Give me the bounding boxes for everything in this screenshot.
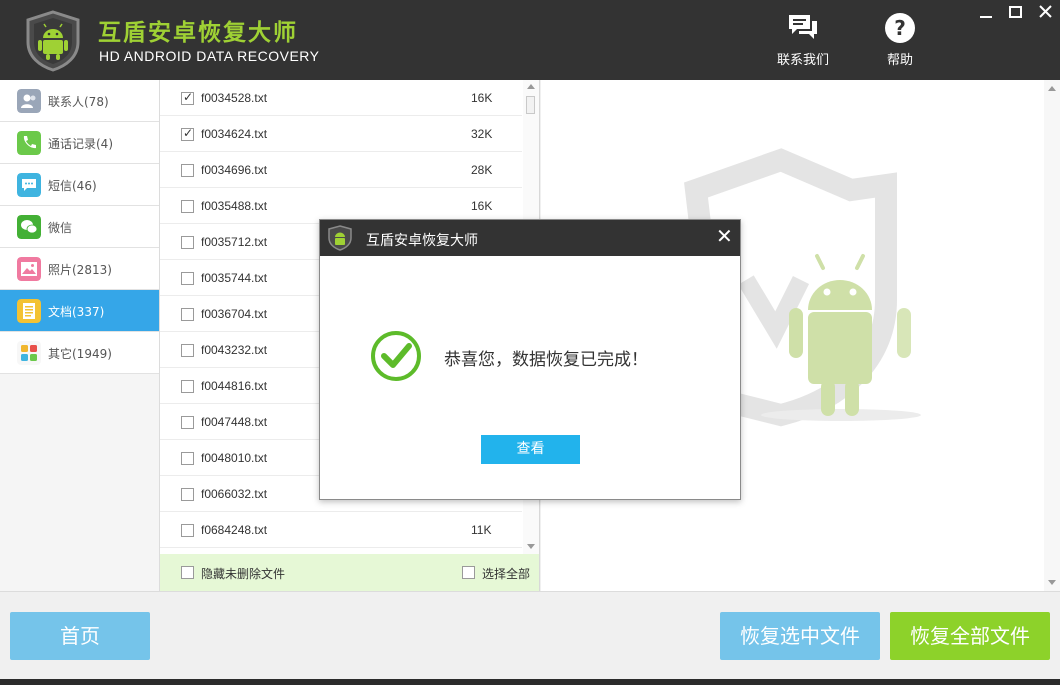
document-icon — [17, 299, 41, 323]
file-checkbox[interactable] — [181, 272, 194, 285]
scroll-up-arrow-icon[interactable] — [527, 84, 535, 89]
other-apps-icon — [17, 341, 41, 365]
title-bar: 互盾安卓恢复大师 HD ANDROID DATA RECOVERY 联系我们 ?… — [0, 0, 1060, 80]
sidebar-item-call-log[interactable]: 通话记录(4) — [0, 122, 159, 164]
file-checkbox[interactable] — [181, 236, 194, 249]
sidebar-item-label: 通话记录(4) — [48, 137, 113, 151]
sidebar-item-contacts[interactable]: 联系人(78) — [0, 80, 159, 122]
file-name: f0043232.txt — [201, 343, 268, 357]
sidebar-item-label: 其它(1949) — [48, 347, 112, 361]
dialog-message: 恭喜您，数据恢复已完成！ — [444, 350, 648, 370]
file-checkbox[interactable] — [181, 416, 194, 429]
dialog-close-icon[interactable]: ✕ — [716, 224, 733, 248]
file-checkbox[interactable] — [181, 126, 194, 141]
file-name: f0035744.txt — [201, 271, 268, 285]
file-size: 16K — [471, 91, 493, 105]
file-size: 16K — [471, 199, 493, 213]
file-list-footer: 隐藏未删除文件 选择全部 — [160, 554, 540, 591]
contact-us-button[interactable]: 联系我们 — [768, 12, 838, 72]
recover-selected-button[interactable]: 恢复选中文件 — [720, 612, 880, 660]
file-checkbox[interactable] — [181, 164, 194, 177]
maximize-icon[interactable] — [1005, 4, 1027, 22]
dialog-title: 互盾安卓恢复大师 — [366, 233, 478, 249]
recover-all-button[interactable]: 恢复全部文件 — [890, 612, 1050, 660]
sidebar-item-label: 照片(2813) — [48, 263, 112, 277]
sidebar-item-sms[interactable]: 短信(46) — [0, 164, 159, 206]
file-checkbox[interactable] — [181, 452, 194, 465]
shield-android-logo-icon — [328, 225, 352, 251]
file-size: 28K — [471, 163, 493, 177]
file-checkbox[interactable] — [181, 200, 194, 213]
file-checkbox[interactable] — [181, 524, 194, 537]
file-name: f0036704.txt — [201, 307, 268, 321]
app-window: 互盾安卓恢复大师 HD ANDROID DATA RECOVERY 联系我们 ?… — [0, 0, 1060, 685]
wechat-icon — [17, 215, 41, 239]
contact-us-label: 联系我们 — [776, 53, 829, 68]
svg-text:?: ? — [894, 16, 906, 40]
scroll-up-arrow-icon[interactable] — [1048, 86, 1056, 91]
select-all-checkbox[interactable] — [462, 566, 475, 579]
category-sidebar: 联系人(78) 通话记录(4) 短信(46) 微信 照片(2813) 文档(33… — [0, 80, 160, 591]
sidebar-item-photos[interactable]: 照片(2813) — [0, 248, 159, 290]
file-name: f0048010.txt — [201, 451, 268, 465]
sidebar-item-wechat[interactable]: 微信 — [0, 206, 159, 248]
home-button[interactable]: 首页 — [10, 612, 150, 660]
file-checkbox[interactable] — [181, 380, 194, 393]
sidebar-item-documents[interactable]: 文档(337) — [0, 290, 159, 332]
view-button[interactable]: 查看 — [481, 435, 580, 464]
hide-undeleted-label: 隐藏未删除文件 — [201, 567, 286, 581]
scroll-down-arrow-icon[interactable] — [527, 544, 535, 549]
chat-bubbles-icon — [789, 15, 817, 39]
help-button[interactable]: ? 帮助 — [865, 12, 935, 72]
file-size: 32K — [471, 127, 493, 141]
file-checkbox[interactable] — [181, 308, 194, 321]
close-window-icon[interactable] — [1035, 4, 1057, 22]
file-name: f0035712.txt — [201, 235, 268, 249]
sidebar-item-other[interactable]: 其它(1949) — [0, 332, 159, 374]
app-subtitle: HD ANDROID DATA RECOVERY — [99, 48, 320, 64]
file-row[interactable]: f0034624.txt 32K — [160, 116, 522, 152]
file-name: f0044816.txt — [201, 379, 268, 393]
scroll-thumb[interactable] — [526, 96, 535, 114]
file-checkbox[interactable] — [181, 488, 194, 501]
taskbar-strip — [0, 679, 1060, 685]
select-all-label: 选择全部 — [482, 567, 531, 581]
scroll-down-arrow-icon[interactable] — [1048, 580, 1056, 585]
action-bar: 首页 恢复选中文件 恢复全部文件 — [0, 591, 1060, 679]
sidebar-item-label: 短信(46) — [48, 179, 97, 193]
sms-icon — [17, 173, 41, 197]
hide-undeleted-checkbox[interactable] — [181, 566, 194, 579]
minimize-icon[interactable] — [975, 4, 997, 22]
contacts-icon — [17, 89, 41, 113]
help-label: 帮助 — [886, 53, 913, 68]
file-name: f0047448.txt — [201, 415, 268, 429]
help-question-icon: ? — [885, 13, 915, 43]
file-name: f0684248.txt — [201, 523, 268, 537]
sidebar-item-label: 联系人(78) — [48, 95, 109, 109]
file-row[interactable]: f0684248.txt 11K — [160, 512, 522, 548]
sidebar-item-label: 微信 — [48, 221, 73, 235]
sidebar-item-label: 文档(337) — [48, 305, 105, 319]
file-checkbox[interactable] — [181, 90, 194, 105]
dialog-title-bar: 互盾安卓恢复大师 ✕ — [320, 220, 740, 256]
photo-icon — [17, 257, 41, 281]
file-size: 11K — [471, 523, 492, 537]
phone-icon — [17, 131, 41, 155]
file-checkbox[interactable] — [181, 344, 194, 357]
file-name: f0034624.txt — [201, 127, 268, 141]
file-name: f0035488.txt — [201, 199, 268, 213]
success-check-icon — [371, 331, 421, 381]
file-name: f0066032.txt — [201, 487, 268, 501]
shield-android-logo-icon — [26, 10, 80, 72]
file-row[interactable]: f0034528.txt 16K — [160, 80, 522, 116]
file-name: f0034528.txt — [201, 91, 268, 105]
app-title: 互盾安卓恢复大师 — [98, 20, 298, 46]
file-row[interactable]: f0034696.txt 28K — [160, 152, 522, 188]
file-name: f0034696.txt — [201, 163, 268, 177]
completion-dialog: 互盾安卓恢复大师 ✕ 恭喜您，数据恢复已完成！ 查看 — [319, 219, 741, 500]
preview-scrollbar[interactable] — [1044, 80, 1060, 591]
